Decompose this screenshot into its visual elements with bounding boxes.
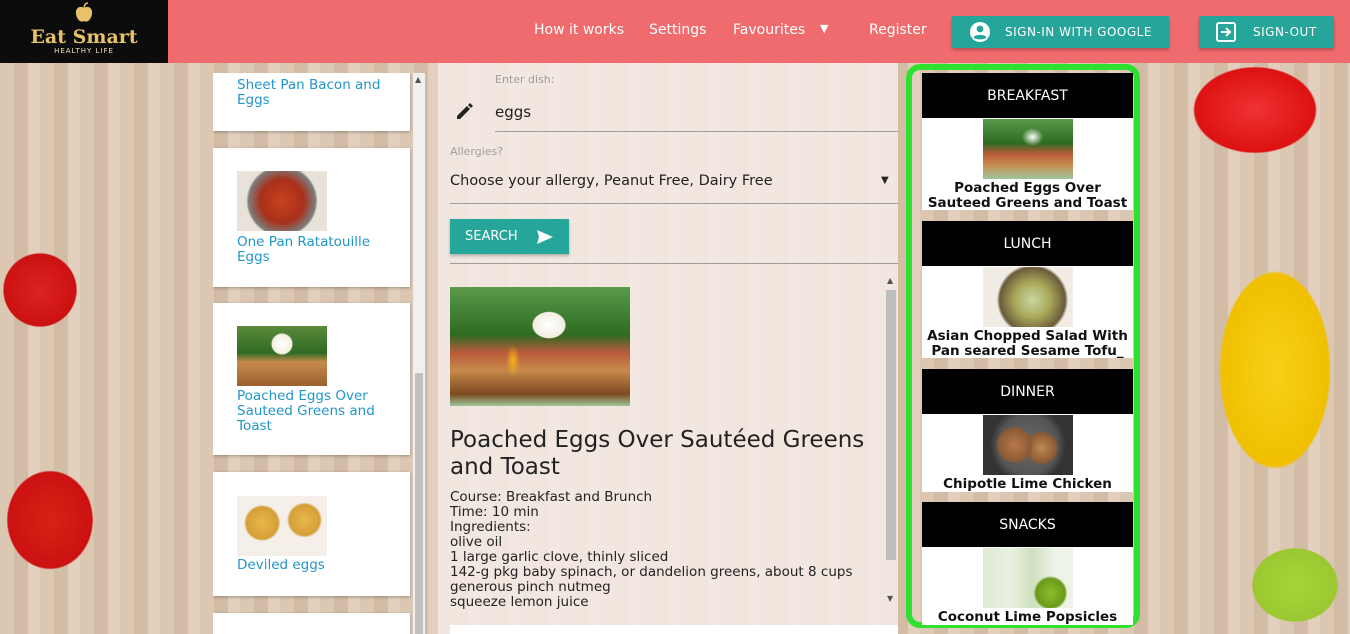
allergy-label: Allergies? [450,145,504,158]
meal-dish-name: Chipotle Lime Chicken [943,476,1112,492]
ingredient-item: 1 large garlic clove, thinly sliced [450,549,669,565]
scroll-up-icon[interactable]: ▲ [887,276,893,285]
recipe-image[interactable] [237,326,327,386]
sign-out-button[interactable]: SIGN-OUT [1199,16,1334,48]
recipe-scrollbar[interactable]: ▲ ▼ [884,276,898,608]
list-scrollbar[interactable]: ▲ [413,73,425,634]
search-button[interactable]: SEARCH [450,219,569,254]
recipe-results-list: Sheet Pan Bacon and Eggs One Pan Ratatou… [213,73,426,634]
chevron-down-icon[interactable]: ▼ [820,22,828,35]
pencil-icon [457,103,473,119]
meal-dish-name: Poached Eggs Over Sauteed Greens and Toa… [927,180,1128,211]
next-result-card[interactable] [450,625,898,634]
recipe-course: Course: Breakfast and Brunch [450,489,653,505]
recipe-card[interactable]: Deviled eggs [213,472,410,596]
meal-card-dinner[interactable]: Chipotle Lime Chicken [922,414,1133,492]
recipe-card[interactable]: One Pan Ratatouille Eggs [213,148,410,287]
top-navbar: Eat Smart HEALTHY LIFE How it works Sett… [0,0,1350,63]
meal-heading-breakfast: BREAKFAST [922,73,1133,118]
recipe-info: Course: Breakfast and Brunch Time: 10 mi… [450,490,852,610]
allergy-underline [450,203,898,204]
scroll-thumb[interactable] [886,290,896,560]
meal-dish-name: Coconut Lime Popsicles [937,609,1118,625]
site-logo[interactable]: Eat Smart HEALTHY LIFE [0,0,168,63]
recipe-card[interactable]: Poached Eggs Over Sauteed Greens and Toa… [213,303,410,455]
sign-in-label: SIGN-IN WITH GOOGLE [1005,25,1152,39]
recipe-card-title[interactable]: One Pan Ratatouille Eggs [237,235,397,265]
logo-brand: Eat Smart [30,26,138,48]
nav-settings[interactable]: Settings [649,22,706,38]
meal-image [983,267,1073,327]
sign-out-label: SIGN-OUT [1253,25,1317,39]
recipe-title: Poached Eggs Over Sautéed Greens and Toa… [450,427,865,480]
apple-icon [0,2,168,27]
dish-input[interactable]: eggs [495,103,531,121]
send-icon [536,229,553,244]
divider [450,263,898,264]
logo-tagline: HEALTHY LIFE [54,47,114,55]
meal-heading-dinner: DINNER [922,369,1133,414]
search-label: SEARCH [465,229,518,244]
ingredient-item: 142-g pkg baby spinach, or dandelion gre… [450,564,853,580]
meal-card-snacks[interactable]: Coconut Lime Popsicles [922,547,1133,625]
ingredients-heading: Ingredients: [450,519,531,535]
meal-card-lunch[interactable]: Asian Chopped Salad With Pan seared Sesa… [922,266,1133,358]
dish-input-underline [495,131,898,132]
meal-heading-lunch: LUNCH [922,221,1133,266]
meal-image [983,119,1073,179]
scroll-up-icon[interactable]: ▲ [415,75,421,84]
meal-card-breakfast[interactable]: Poached Eggs Over Sauteed Greens and Toa… [922,118,1133,210]
recipe-card-title[interactable]: Sheet Pan Bacon and Eggs [237,78,397,108]
allergy-select[interactable]: Choose your allergy, Peanut Free, Dairy … [450,173,773,189]
ingredient-item: olive oil [450,534,503,550]
dish-label: Enter dish: [495,73,555,86]
meal-heading-snacks: SNACKS [922,502,1133,547]
account-circle-icon [970,22,990,42]
meal-dish-name: Asian Chopped Salad With Pan seared Sesa… [927,328,1128,359]
recipe-card-title[interactable]: Poached Eggs Over Sauteed Greens and Toa… [237,389,397,434]
recipe-time: Time: 10 min [450,504,539,520]
meal-image [983,548,1073,608]
exit-icon [1216,22,1236,42]
recipe-card[interactable] [213,613,410,634]
nav-how-it-works[interactable]: How it works [534,22,624,38]
recipe-card[interactable]: Sheet Pan Bacon and Eggs [213,73,410,131]
recipe-image[interactable] [237,496,327,556]
sign-in-google-button[interactable]: SIGN-IN WITH GOOGLE [952,16,1169,48]
search-panel: Enter dish: eggs Allergies? Choose your … [438,63,898,634]
ingredient-item: squeeze lemon juice [450,594,589,610]
scroll-down-icon[interactable]: ▼ [887,594,893,603]
ingredient-item: generous pinch nutmeg [450,579,611,595]
recipe-image[interactable] [237,171,327,231]
recipe-image [450,287,630,406]
dropdown-arrow-icon[interactable]: ▼ [881,175,889,186]
nav-favourites[interactable]: Favourites [733,22,805,38]
recipe-card-title[interactable]: Deviled eggs [237,558,397,573]
nav-register[interactable]: Register [869,22,927,38]
scroll-thumb[interactable] [415,373,423,634]
meal-image [983,415,1073,475]
